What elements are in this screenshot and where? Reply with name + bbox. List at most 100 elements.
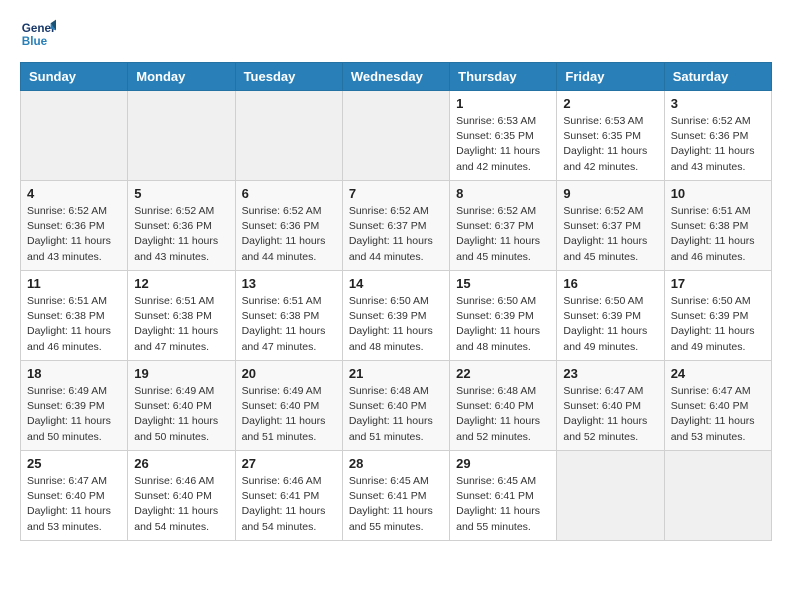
col-header-sunday: Sunday xyxy=(21,63,128,91)
day-number: 1 xyxy=(456,96,550,111)
day-number: 22 xyxy=(456,366,550,381)
calendar-cell: 13Sunrise: 6:51 AMSunset: 6:38 PMDayligh… xyxy=(235,271,342,361)
col-header-friday: Friday xyxy=(557,63,664,91)
page: General Blue SundayMondayTuesdayWednesda… xyxy=(0,0,792,557)
calendar-cell: 23 Sunrise: 6:47 AMSunset: 6:40 PMDayligh… xyxy=(557,361,664,451)
col-header-wednesday: Wednesday xyxy=(342,63,449,91)
calendar-cell xyxy=(557,451,664,541)
calendar-week-2: 4Sunrise: 6:52 AMSunset: 6:36 PMDaylight… xyxy=(21,181,772,271)
day-number: 10 xyxy=(671,186,765,201)
cell-info: Sunrise: 6:48 AMSunset: 6:40 PMDaylight:… xyxy=(349,384,443,445)
calendar-cell: 28 Sunrise: 6:45 AMSunset: 6:41 PMDayligh… xyxy=(342,451,449,541)
cell-info: Sunrise: 6:53 AMSunset: 6:35 PMDaylight:… xyxy=(456,114,550,175)
day-number: 8 xyxy=(456,186,550,201)
calendar-cell: 22 Sunrise: 6:48 AMSunset: 6:40 PMDayligh… xyxy=(450,361,557,451)
calendar-cell: 26 Sunrise: 6:46 AMSunset: 6:40 PMDayligh… xyxy=(128,451,235,541)
calendar-cell: 18Sunrise: 6:49 AMSunset: 6:39 PMDayligh… xyxy=(21,361,128,451)
calendar-cell: 21 Sunrise: 6:48 AMSunset: 6:40 PMDayligh… xyxy=(342,361,449,451)
calendar-cell: 9Sunrise: 6:52 AMSunset: 6:37 PMDaylight… xyxy=(557,181,664,271)
calendar-cell xyxy=(21,91,128,181)
calendar-cell: 10 Sunrise: 6:51 AMSunset: 6:38 PMDayligh… xyxy=(664,181,771,271)
cell-info: Sunrise: 6:53 AMSunset: 6:35 PMDaylight:… xyxy=(563,114,657,175)
calendar-cell: 4Sunrise: 6:52 AMSunset: 6:36 PMDaylight… xyxy=(21,181,128,271)
calendar-cell: 20 Sunrise: 6:49 AMSunset: 6:40 PMDayligh… xyxy=(235,361,342,451)
logo-icon: General Blue xyxy=(20,16,56,52)
day-number: 7 xyxy=(349,186,443,201)
calendar-cell xyxy=(235,91,342,181)
header: General Blue xyxy=(20,16,772,52)
day-number: 21 xyxy=(349,366,443,381)
day-number: 26 xyxy=(134,456,228,471)
cell-info: Sunrise: 6:46 AMSunset: 6:41 PMDaylight:… xyxy=(242,474,336,535)
calendar-cell: 29 Sunrise: 6:45 AMSunset: 6:41 PMDayligh… xyxy=(450,451,557,541)
calendar-cell: 6 Sunrise: 6:52 AMSunset: 6:36 PMDaylight… xyxy=(235,181,342,271)
cell-info: Sunrise: 6:47 AMSunset: 6:40 PMDaylight:… xyxy=(563,384,657,445)
day-number: 11 xyxy=(27,276,121,291)
cell-info: Sunrise: 6:48 AMSunset: 6:40 PMDaylight:… xyxy=(456,384,550,445)
svg-text:Blue: Blue xyxy=(22,35,48,48)
calendar-cell: 25 Sunrise: 6:47 AMSunset: 6:40 PMDayligh… xyxy=(21,451,128,541)
day-number: 29 xyxy=(456,456,550,471)
calendar-header: SundayMondayTuesdayWednesdayThursdayFrid… xyxy=(21,63,772,91)
calendar-cell: 24 Sunrise: 6:47 AMSunset: 6:40 PMDayligh… xyxy=(664,361,771,451)
cell-info: Sunrise: 6:52 AMSunset: 6:36 PMDaylight:… xyxy=(134,204,228,265)
day-number: 2 xyxy=(563,96,657,111)
calendar-week-5: 25 Sunrise: 6:47 AMSunset: 6:40 PMDayligh… xyxy=(21,451,772,541)
cell-info: Sunrise: 6:52 AMSunset: 6:37 PMDaylight:… xyxy=(563,204,657,265)
col-header-saturday: Saturday xyxy=(664,63,771,91)
calendar-cell: 3Sunrise: 6:52 AMSunset: 6:36 PMDaylight… xyxy=(664,91,771,181)
day-number: 15 xyxy=(456,276,550,291)
logo: General Blue xyxy=(20,16,56,52)
cell-info: Sunrise: 6:50 AMSunset: 6:39 PMDaylight:… xyxy=(671,294,765,355)
day-number: 19 xyxy=(134,366,228,381)
cell-info: Sunrise: 6:49 AMSunset: 6:40 PMDaylight:… xyxy=(242,384,336,445)
cell-info: Sunrise: 6:52 AMSunset: 6:36 PMDaylight:… xyxy=(242,204,336,265)
calendar-cell: 12 Sunrise: 6:51 AMSunset: 6:38 PMDayligh… xyxy=(128,271,235,361)
cell-info: Sunrise: 6:45 AMSunset: 6:41 PMDaylight:… xyxy=(349,474,443,535)
day-number: 12 xyxy=(134,276,228,291)
day-number: 3 xyxy=(671,96,765,111)
calendar-cell xyxy=(664,451,771,541)
cell-info: Sunrise: 6:52 AMSunset: 6:37 PMDaylight:… xyxy=(349,204,443,265)
col-header-monday: Monday xyxy=(128,63,235,91)
col-header-tuesday: Tuesday xyxy=(235,63,342,91)
cell-info: Sunrise: 6:50 AMSunset: 6:39 PMDaylight:… xyxy=(349,294,443,355)
cell-info: Sunrise: 6:51 AMSunset: 6:38 PMDaylight:… xyxy=(134,294,228,355)
cell-info: Sunrise: 6:52 AMSunset: 6:37 PMDaylight:… xyxy=(456,204,550,265)
day-number: 24 xyxy=(671,366,765,381)
day-number: 23 xyxy=(563,366,657,381)
day-number: 5 xyxy=(134,186,228,201)
cell-info: Sunrise: 6:49 AMSunset: 6:40 PMDaylight:… xyxy=(134,384,228,445)
calendar-cell: 7 Sunrise: 6:52 AMSunset: 6:37 PMDaylight… xyxy=(342,181,449,271)
day-number: 20 xyxy=(242,366,336,381)
cell-info: Sunrise: 6:46 AMSunset: 6:40 PMDaylight:… xyxy=(134,474,228,535)
cell-info: Sunrise: 6:50 AMSunset: 6:39 PMDaylight:… xyxy=(456,294,550,355)
calendar-week-4: 18Sunrise: 6:49 AMSunset: 6:39 PMDayligh… xyxy=(21,361,772,451)
cell-info: Sunrise: 6:47 AMSunset: 6:40 PMDaylight:… xyxy=(671,384,765,445)
day-number: 6 xyxy=(242,186,336,201)
calendar-cell: 17 Sunrise: 6:50 AMSunset: 6:39 PMDayligh… xyxy=(664,271,771,361)
day-number: 25 xyxy=(27,456,121,471)
calendar-cell: 11 Sunrise: 6:51 AMSunset: 6:38 PMDayligh… xyxy=(21,271,128,361)
calendar-table: SundayMondayTuesdayWednesdayThursdayFrid… xyxy=(20,62,772,541)
cell-info: Sunrise: 6:51 AMSunset: 6:38 PMDaylight:… xyxy=(671,204,765,265)
day-number: 18 xyxy=(27,366,121,381)
day-number: 13 xyxy=(242,276,336,291)
day-number: 16 xyxy=(563,276,657,291)
cell-info: Sunrise: 6:51 AMSunset: 6:38 PMDaylight:… xyxy=(27,294,121,355)
calendar-cell: 15 Sunrise: 6:50 AMSunset: 6:39 PMDayligh… xyxy=(450,271,557,361)
calendar-week-1: 1 Sunrise: 6:53 AMSunset: 6:35 PMDaylight… xyxy=(21,91,772,181)
calendar-cell: 8 Sunrise: 6:52 AMSunset: 6:37 PMDaylight… xyxy=(450,181,557,271)
calendar-cell: 16 Sunrise: 6:50 AMSunset: 6:39 PMDayligh… xyxy=(557,271,664,361)
calendar-cell: 2 Sunrise: 6:53 AMSunset: 6:35 PMDaylight… xyxy=(557,91,664,181)
calendar-week-3: 11 Sunrise: 6:51 AMSunset: 6:38 PMDayligh… xyxy=(21,271,772,361)
day-number: 17 xyxy=(671,276,765,291)
calendar-cell: 19 Sunrise: 6:49 AMSunset: 6:40 PMDayligh… xyxy=(128,361,235,451)
cell-info: Sunrise: 6:52 AMSunset: 6:36 PMDaylight:… xyxy=(27,204,121,265)
cell-info: Sunrise: 6:47 AMSunset: 6:40 PMDaylight:… xyxy=(27,474,121,535)
cell-info: Sunrise: 6:50 AMSunset: 6:39 PMDaylight:… xyxy=(563,294,657,355)
cell-info: Sunrise: 6:45 AMSunset: 6:41 PMDaylight:… xyxy=(456,474,550,535)
day-number: 28 xyxy=(349,456,443,471)
calendar-cell: 27Sunrise: 6:46 AMSunset: 6:41 PMDayligh… xyxy=(235,451,342,541)
calendar-cell xyxy=(342,91,449,181)
